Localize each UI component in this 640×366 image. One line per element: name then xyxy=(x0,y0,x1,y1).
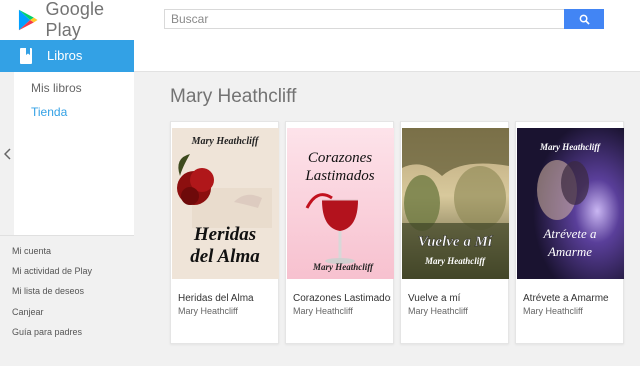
category-tab-books[interactable]: Libros xyxy=(0,40,134,72)
menu-item-wishlist[interactable]: Mi lista de deseos xyxy=(12,286,84,296)
cover-title-line: Corazones xyxy=(308,150,372,166)
book-author[interactable]: Mary Heathcliff xyxy=(293,306,391,316)
collapse-sidebar-button[interactable] xyxy=(0,72,14,235)
search-icon xyxy=(579,14,590,25)
search-box xyxy=(164,9,564,29)
page-title: Mary Heathcliff xyxy=(170,86,297,107)
sidebar-item-my-books[interactable]: Mis libros xyxy=(31,81,82,95)
cover-title-line: Lastimados xyxy=(304,168,374,184)
google-play-logo[interactable]: Google Play xyxy=(18,0,138,40)
menu-item-my-activity[interactable]: Mi actividad de Play xyxy=(12,266,92,276)
book-card[interactable]: Vuelve a Mí Mary Heathcliff Vuelve a mí … xyxy=(400,121,509,344)
cover-title-line: Atrévete a xyxy=(542,226,597,241)
book-icon xyxy=(20,48,32,64)
logo-text: Google Play xyxy=(45,0,105,40)
sidebar-item-store[interactable]: Tienda xyxy=(31,105,67,119)
menu-item-parent-guide[interactable]: Guía para padres xyxy=(12,327,82,337)
book-card[interactable]: Mary Heathcliff Heridas del Alma Heridas… xyxy=(170,121,279,344)
book-author[interactable]: Mary Heathcliff xyxy=(408,306,506,316)
book-title[interactable]: Corazones Lastimados xyxy=(293,293,391,304)
book-cover: Corazones Lastimados Mary Heathcliff xyxy=(287,128,394,279)
book-title[interactable]: Vuelve a mí xyxy=(408,293,506,304)
search-button[interactable] xyxy=(564,9,604,29)
cover-title-line: Amarme xyxy=(547,244,592,259)
menu-item-my-account[interactable]: Mi cuenta xyxy=(12,246,51,256)
book-card[interactable]: Mary Heathcliff Atrévete a Amarme Atréve… xyxy=(515,121,624,344)
category-label: Libros xyxy=(47,48,83,63)
cover-title-line: Heridas xyxy=(193,224,256,245)
book-title[interactable]: Heridas del Alma xyxy=(178,293,276,304)
cover-author-text: Mary Heathcliff xyxy=(312,262,374,272)
book-card[interactable]: Corazones Lastimados Mary Heathcliff Cor… xyxy=(285,121,394,344)
book-author[interactable]: Mary Heathcliff xyxy=(178,306,276,316)
cover-title-line: del Alma xyxy=(190,246,260,267)
play-store-icon xyxy=(18,9,38,31)
cover-author-text: Mary Heathcliff xyxy=(424,256,486,266)
book-cover: Mary Heathcliff Heridas del Alma xyxy=(172,128,279,279)
cover-author-text: Mary Heathcliff xyxy=(191,136,260,147)
book-author[interactable]: Mary Heathcliff xyxy=(523,306,621,316)
book-title[interactable]: Atrévete a Amarme xyxy=(523,293,621,304)
book-cover: Mary Heathcliff Atrévete a Amarme xyxy=(517,128,624,279)
chevron-left-icon xyxy=(3,147,11,160)
sidebar-account-menu: Mi cuenta Mi actividad de Play Mi lista … xyxy=(0,235,134,348)
menu-item-redeem[interactable]: Canjear xyxy=(12,307,44,317)
cover-author-text: Mary Heathcliff xyxy=(539,142,601,152)
search-input[interactable] xyxy=(165,10,564,28)
cover-title-line: Vuelve a Mí xyxy=(418,234,494,250)
book-cover: Vuelve a Mí Mary Heathcliff xyxy=(402,128,509,279)
